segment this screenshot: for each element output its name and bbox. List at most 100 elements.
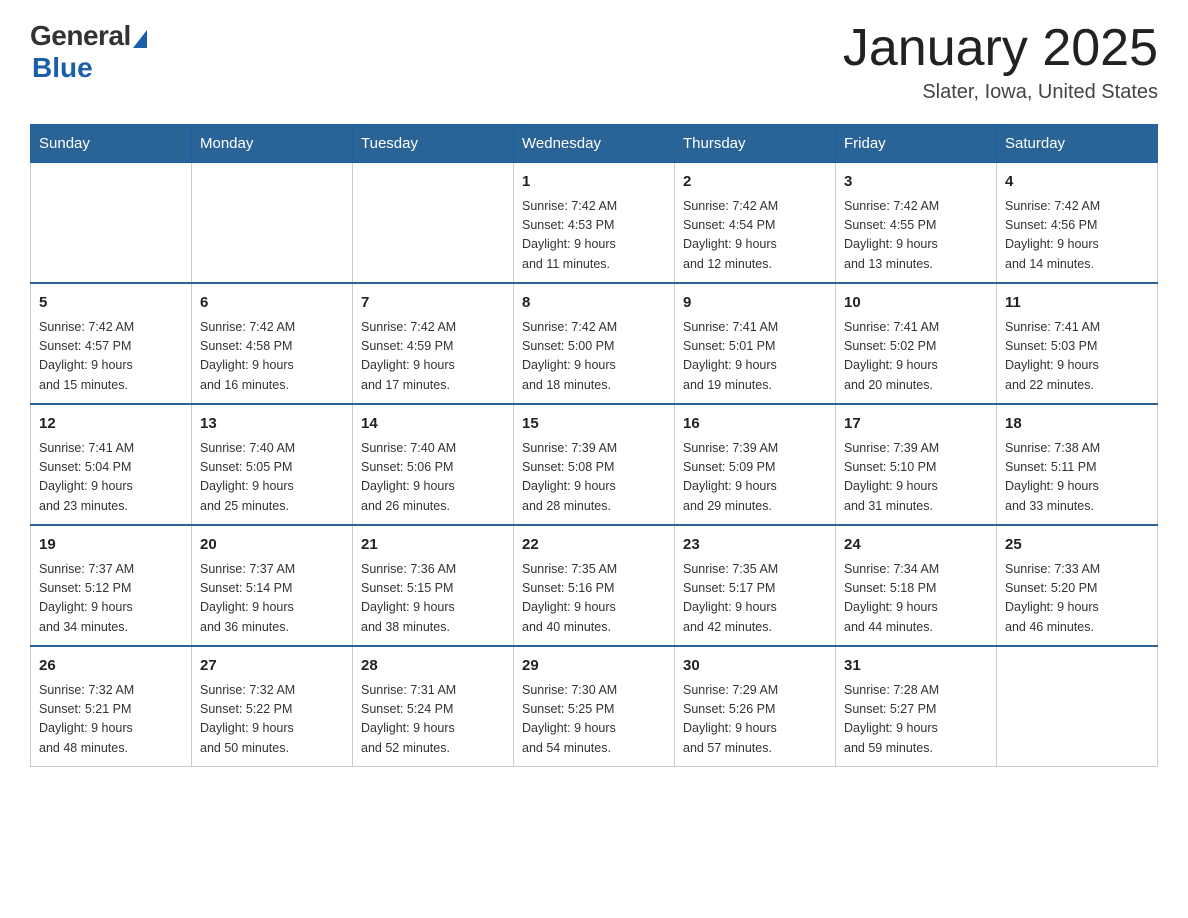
calendar-cell: 13Sunrise: 7:40 AM Sunset: 5:05 PM Dayli… bbox=[192, 404, 353, 525]
calendar-cell: 5 Sunrise: 7:42 AM Sunset: 4:57 PM Daylig… bbox=[31, 283, 192, 404]
day-header-monday: Monday bbox=[192, 125, 353, 163]
calendar-cell: 21Sunrise: 7:36 AM Sunset: 5:15 PM Dayli… bbox=[353, 525, 514, 646]
day-number: 15 bbox=[522, 413, 666, 436]
logo-general-text: General bbox=[30, 20, 131, 52]
calendar-cell: 11 Sunrise: 7:41 AM Sunset: 5:03 PM Dayli… bbox=[997, 283, 1158, 404]
day-info: Sunrise: 7:38 AM Sunset: 5:11 PM Dayligh… bbox=[1005, 439, 1149, 517]
day-info: Sunrise: 7:42 AM Sunset: 4:55 PM Dayligh… bbox=[844, 197, 988, 275]
day-number: 5 bbox=[39, 292, 183, 315]
calendar-cell bbox=[997, 646, 1158, 767]
day-number: 23 bbox=[683, 534, 827, 557]
calendar-cell: 20 Sunrise: 7:37 AM Sunset: 5:14 PM Dayli… bbox=[192, 525, 353, 646]
day-number: 28 bbox=[361, 655, 505, 678]
calendar-header-row: SundayMondayTuesdayWednesdayThursdayFrid… bbox=[31, 125, 1158, 163]
logo-triangle-icon bbox=[133, 30, 147, 48]
page-header: General Blue January 2025 Slater, Iowa, … bbox=[30, 20, 1158, 104]
day-info: Sunrise: 7:42 AM Sunset: 4:57 PM Dayligh… bbox=[39, 318, 183, 396]
day-number: 11 bbox=[1005, 292, 1149, 315]
month-title: January 2025 bbox=[843, 20, 1158, 77]
calendar-cell: 29 Sunrise: 7:30 AM Sunset: 5:25 PM Dayli… bbox=[514, 646, 675, 767]
day-number: 18 bbox=[1005, 413, 1149, 436]
day-number: 1 bbox=[522, 171, 666, 194]
calendar-cell: 4Sunrise: 7:42 AM Sunset: 4:56 PM Daylig… bbox=[997, 163, 1158, 284]
day-number: 29 bbox=[522, 655, 666, 678]
calendar-cell bbox=[353, 163, 514, 284]
day-info: Sunrise: 7:28 AM Sunset: 5:27 PM Dayligh… bbox=[844, 681, 988, 759]
day-number: 27 bbox=[200, 655, 344, 678]
day-header-thursday: Thursday bbox=[675, 125, 836, 163]
day-number: 2 bbox=[683, 171, 827, 194]
day-number: 26 bbox=[39, 655, 183, 678]
calendar-cell: 30 Sunrise: 7:29 AM Sunset: 5:26 PM Dayli… bbox=[675, 646, 836, 767]
day-info: Sunrise: 7:37 AM Sunset: 5:14 PM Dayligh… bbox=[200, 560, 344, 638]
calendar-cell: 6 Sunrise: 7:42 AM Sunset: 4:58 PM Daylig… bbox=[192, 283, 353, 404]
day-number: 8 bbox=[522, 292, 666, 315]
calendar-table: SundayMondayTuesdayWednesdayThursdayFrid… bbox=[30, 124, 1158, 767]
day-info: Sunrise: 7:42 AM Sunset: 4:54 PM Dayligh… bbox=[683, 197, 827, 275]
calendar-cell: 25Sunrise: 7:33 AM Sunset: 5:20 PM Dayli… bbox=[997, 525, 1158, 646]
calendar-cell: 14 Sunrise: 7:40 AM Sunset: 5:06 PM Dayli… bbox=[353, 404, 514, 525]
day-number: 30 bbox=[683, 655, 827, 678]
day-info: Sunrise: 7:42 AM Sunset: 4:53 PM Dayligh… bbox=[522, 197, 666, 275]
calendar-cell: 26Sunrise: 7:32 AM Sunset: 5:21 PM Dayli… bbox=[31, 646, 192, 767]
day-number: 22 bbox=[522, 534, 666, 557]
day-number: 19 bbox=[39, 534, 183, 557]
calendar-cell: 23 Sunrise: 7:35 AM Sunset: 5:17 PM Dayli… bbox=[675, 525, 836, 646]
day-info: Sunrise: 7:41 AM Sunset: 5:03 PM Dayligh… bbox=[1005, 318, 1149, 396]
calendar-cell: 2 Sunrise: 7:42 AM Sunset: 4:54 PM Daylig… bbox=[675, 163, 836, 284]
calendar-cell: 24 Sunrise: 7:34 AM Sunset: 5:18 PM Dayli… bbox=[836, 525, 997, 646]
logo-blue-text: Blue bbox=[32, 52, 93, 84]
day-number: 16 bbox=[683, 413, 827, 436]
day-info: Sunrise: 7:35 AM Sunset: 5:17 PM Dayligh… bbox=[683, 560, 827, 638]
day-info: Sunrise: 7:30 AM Sunset: 5:25 PM Dayligh… bbox=[522, 681, 666, 759]
title-block: January 2025 Slater, Iowa, United States bbox=[843, 20, 1158, 104]
calendar-cell: 28 Sunrise: 7:31 AM Sunset: 5:24 PM Dayli… bbox=[353, 646, 514, 767]
day-info: Sunrise: 7:29 AM Sunset: 5:26 PM Dayligh… bbox=[683, 681, 827, 759]
day-info: Sunrise: 7:42 AM Sunset: 4:58 PM Dayligh… bbox=[200, 318, 344, 396]
day-number: 7 bbox=[361, 292, 505, 315]
calendar-cell bbox=[192, 163, 353, 284]
day-info: Sunrise: 7:42 AM Sunset: 4:59 PM Dayligh… bbox=[361, 318, 505, 396]
day-info: Sunrise: 7:42 AM Sunset: 5:00 PM Dayligh… bbox=[522, 318, 666, 396]
day-info: Sunrise: 7:41 AM Sunset: 5:04 PM Dayligh… bbox=[39, 439, 183, 517]
day-number: 4 bbox=[1005, 171, 1149, 194]
calendar-cell: 12Sunrise: 7:41 AM Sunset: 5:04 PM Dayli… bbox=[31, 404, 192, 525]
calendar-cell: 18 Sunrise: 7:38 AM Sunset: 5:11 PM Dayli… bbox=[997, 404, 1158, 525]
logo: General Blue bbox=[30, 20, 147, 84]
calendar-cell: 16 Sunrise: 7:39 AM Sunset: 5:09 PM Dayli… bbox=[675, 404, 836, 525]
day-number: 31 bbox=[844, 655, 988, 678]
day-info: Sunrise: 7:36 AM Sunset: 5:15 PM Dayligh… bbox=[361, 560, 505, 638]
calendar-cell: 15Sunrise: 7:39 AM Sunset: 5:08 PM Dayli… bbox=[514, 404, 675, 525]
day-number: 13 bbox=[200, 413, 344, 436]
day-header-sunday: Sunday bbox=[31, 125, 192, 163]
calendar-cell: 10 Sunrise: 7:41 AM Sunset: 5:02 PM Dayli… bbox=[836, 283, 997, 404]
day-number: 6 bbox=[200, 292, 344, 315]
day-number: 20 bbox=[200, 534, 344, 557]
calendar-week-row: 12Sunrise: 7:41 AM Sunset: 5:04 PM Dayli… bbox=[31, 404, 1158, 525]
day-number: 24 bbox=[844, 534, 988, 557]
calendar-cell: 22 Sunrise: 7:35 AM Sunset: 5:16 PM Dayli… bbox=[514, 525, 675, 646]
day-info: Sunrise: 7:37 AM Sunset: 5:12 PM Dayligh… bbox=[39, 560, 183, 638]
calendar-cell: 9Sunrise: 7:41 AM Sunset: 5:01 PM Daylig… bbox=[675, 283, 836, 404]
day-number: 17 bbox=[844, 413, 988, 436]
calendar-cell: 8 Sunrise: 7:42 AM Sunset: 5:00 PM Daylig… bbox=[514, 283, 675, 404]
day-info: Sunrise: 7:31 AM Sunset: 5:24 PM Dayligh… bbox=[361, 681, 505, 759]
calendar-week-row: 26Sunrise: 7:32 AM Sunset: 5:21 PM Dayli… bbox=[31, 646, 1158, 767]
calendar-cell: 31 Sunrise: 7:28 AM Sunset: 5:27 PM Dayli… bbox=[836, 646, 997, 767]
day-number: 14 bbox=[361, 413, 505, 436]
day-info: Sunrise: 7:40 AM Sunset: 5:06 PM Dayligh… bbox=[361, 439, 505, 517]
day-info: Sunrise: 7:34 AM Sunset: 5:18 PM Dayligh… bbox=[844, 560, 988, 638]
day-info: Sunrise: 7:41 AM Sunset: 5:02 PM Dayligh… bbox=[844, 318, 988, 396]
calendar-cell bbox=[31, 163, 192, 284]
day-info: Sunrise: 7:39 AM Sunset: 5:10 PM Dayligh… bbox=[844, 439, 988, 517]
calendar-week-row: 1 Sunrise: 7:42 AM Sunset: 4:53 PM Daylig… bbox=[31, 163, 1158, 284]
calendar-cell: 19 Sunrise: 7:37 AM Sunset: 5:12 PM Dayli… bbox=[31, 525, 192, 646]
calendar-cell: 3Sunrise: 7:42 AM Sunset: 4:55 PM Daylig… bbox=[836, 163, 997, 284]
day-info: Sunrise: 7:41 AM Sunset: 5:01 PM Dayligh… bbox=[683, 318, 827, 396]
day-info: Sunrise: 7:35 AM Sunset: 5:16 PM Dayligh… bbox=[522, 560, 666, 638]
calendar-cell: 7 Sunrise: 7:42 AM Sunset: 4:59 PM Daylig… bbox=[353, 283, 514, 404]
day-header-saturday: Saturday bbox=[997, 125, 1158, 163]
calendar-week-row: 5 Sunrise: 7:42 AM Sunset: 4:57 PM Daylig… bbox=[31, 283, 1158, 404]
day-info: Sunrise: 7:39 AM Sunset: 5:09 PM Dayligh… bbox=[683, 439, 827, 517]
day-number: 10 bbox=[844, 292, 988, 315]
